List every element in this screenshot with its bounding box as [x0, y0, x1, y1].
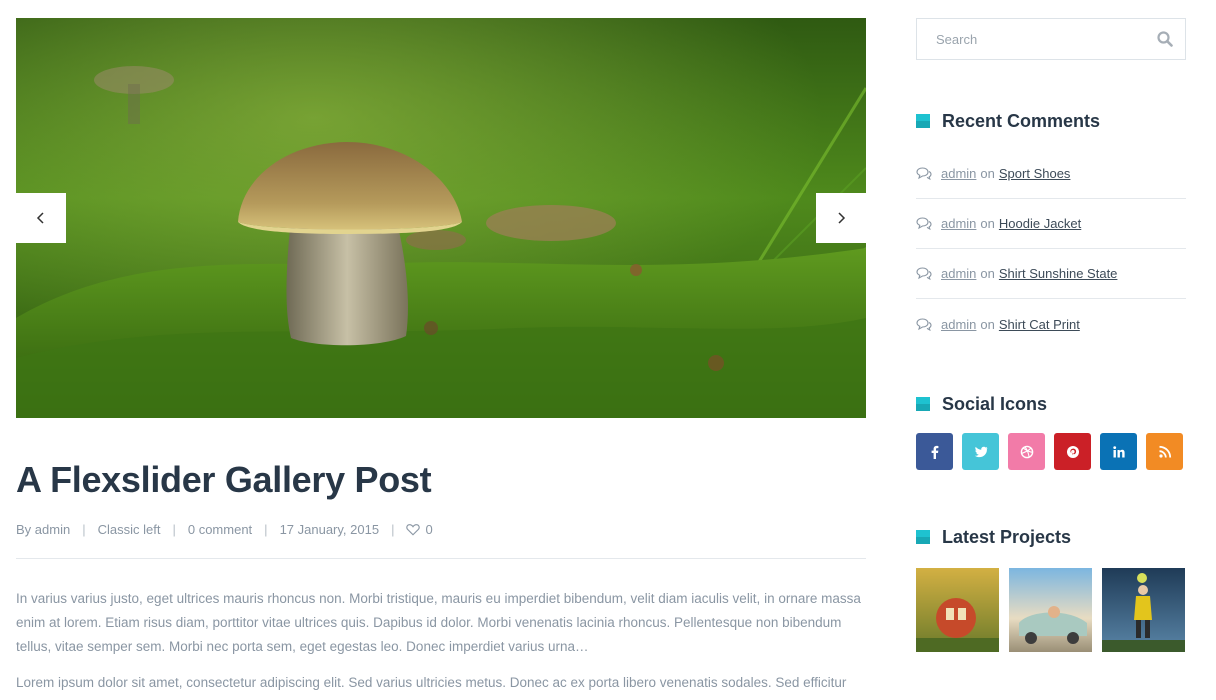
- comment-connector: on: [980, 316, 995, 332]
- facebook-button[interactable]: [916, 433, 953, 470]
- facebook-icon: [931, 445, 938, 459]
- project-image: [1009, 568, 1092, 652]
- social-icons-title: Social Icons: [916, 392, 1186, 416]
- pinterest-button[interactable]: [1054, 433, 1091, 470]
- meta-date: 17 January, 2015: [279, 521, 380, 537]
- recent-comment-item: admin on Shirt Cat Print: [916, 299, 1186, 349]
- latest-projects-title-text: Latest Projects: [942, 526, 1072, 547]
- comment-connector: on: [980, 266, 995, 281]
- post-excerpt-paragraph: Lorem ipsum dolor sit amet, consectetur …: [16, 675, 847, 690]
- comment-post-link[interactable]: Shirt Sunshine State: [999, 266, 1118, 281]
- recent-comment-item: admin on Sport Shoes: [916, 149, 1186, 199]
- comments-icon: [916, 267, 932, 280]
- recent-comment-item: admin on Hoodie Jacket: [916, 199, 1186, 249]
- recent-comment-item: admin on Shirt Sunshine State: [916, 249, 1186, 299]
- sidebar: Recent Comments admin on Sport Shoes adm…: [916, 18, 1186, 652]
- comment-post-link[interactable]: Sport Shoes: [999, 166, 1071, 181]
- widget-title-marker-icon: [916, 530, 930, 544]
- comments-icon: [916, 317, 932, 331]
- slider-next-button[interactable]: [816, 193, 866, 243]
- widget-title-marker-icon: [916, 397, 930, 411]
- comment-author-link[interactable]: admin: [941, 216, 976, 231]
- recent-comments-title: Recent Comments: [916, 109, 1186, 133]
- meta-author-link[interactable]: admin: [35, 522, 70, 537]
- recent-comments-list: admin on Sport Shoes admin on Hoodie Jac…: [916, 149, 1186, 349]
- project-image: [1102, 568, 1185, 652]
- twitter-button[interactable]: [962, 433, 999, 470]
- social-icons-title-text: Social Icons: [942, 393, 1048, 414]
- comment-author-link[interactable]: admin: [941, 317, 976, 332]
- like-button[interactable]: 0: [406, 521, 433, 537]
- linkedin-icon: [1112, 445, 1125, 457]
- post-title: A Flexslider Gallery Post: [16, 459, 432, 500]
- meta-by-label: By: [16, 521, 32, 537]
- linkedin-button[interactable]: [1100, 433, 1137, 470]
- latest-projects-title: Latest Projects: [916, 525, 1186, 549]
- meta-divider: [16, 558, 866, 559]
- chevron-left-icon: [36, 212, 44, 224]
- project-thumbnail[interactable]: [1102, 568, 1185, 652]
- chevron-right-icon: [838, 212, 846, 224]
- search-button[interactable]: [1157, 31, 1173, 47]
- pinterest-icon: [1066, 445, 1079, 458]
- like-count: 0: [425, 521, 433, 537]
- search-widget: [916, 18, 1186, 60]
- comment-connector: on: [980, 216, 995, 231]
- twitter-icon: [974, 446, 987, 457]
- dribbble-icon: [1020, 445, 1033, 458]
- latest-projects-grid: [916, 568, 1186, 652]
- meta-separator: |: [264, 521, 268, 537]
- dribbble-button[interactable]: [1008, 433, 1045, 470]
- widget-title-marker-icon: [916, 114, 930, 128]
- search-input[interactable]: [936, 31, 1136, 47]
- social-icons-row: [916, 433, 1186, 470]
- comments-icon: [916, 217, 932, 230]
- post-meta: By admin | Classic left | 0 comment | 17…: [16, 520, 866, 538]
- post-excerpt-paragraph: In varius varius justo, eget ultrices ma…: [16, 591, 861, 654]
- meta-separator: |: [172, 521, 176, 537]
- project-thumbnail[interactable]: [1009, 568, 1092, 652]
- rss-button[interactable]: [1146, 433, 1183, 470]
- comment-author-link[interactable]: admin: [941, 266, 976, 281]
- meta-separator: |: [82, 521, 86, 537]
- gallery-slider: [16, 18, 866, 418]
- comment-connector: on: [980, 166, 995, 181]
- meta-comments-link[interactable]: 0 comment: [188, 522, 252, 537]
- slider-prev-button[interactable]: [16, 193, 66, 243]
- project-image: [916, 568, 999, 652]
- main-content: A Flexslider Gallery Post By admin | Cla…: [16, 18, 866, 695]
- rss-icon: [1158, 445, 1171, 458]
- meta-separator: |: [391, 521, 395, 537]
- comment-post-link[interactable]: Shirt Cat Print: [999, 317, 1080, 332]
- comment-post-link[interactable]: Hoodie Jacket: [999, 216, 1081, 231]
- slide-image: [16, 18, 866, 418]
- comment-author-link[interactable]: admin: [941, 166, 976, 181]
- heart-icon: [406, 523, 421, 536]
- comments-icon: [916, 167, 932, 180]
- search-icon: [1157, 31, 1173, 47]
- meta-category-link[interactable]: Classic left: [98, 522, 161, 537]
- project-thumbnail[interactable]: [916, 568, 999, 652]
- recent-comments-title-text: Recent Comments: [942, 110, 1101, 131]
